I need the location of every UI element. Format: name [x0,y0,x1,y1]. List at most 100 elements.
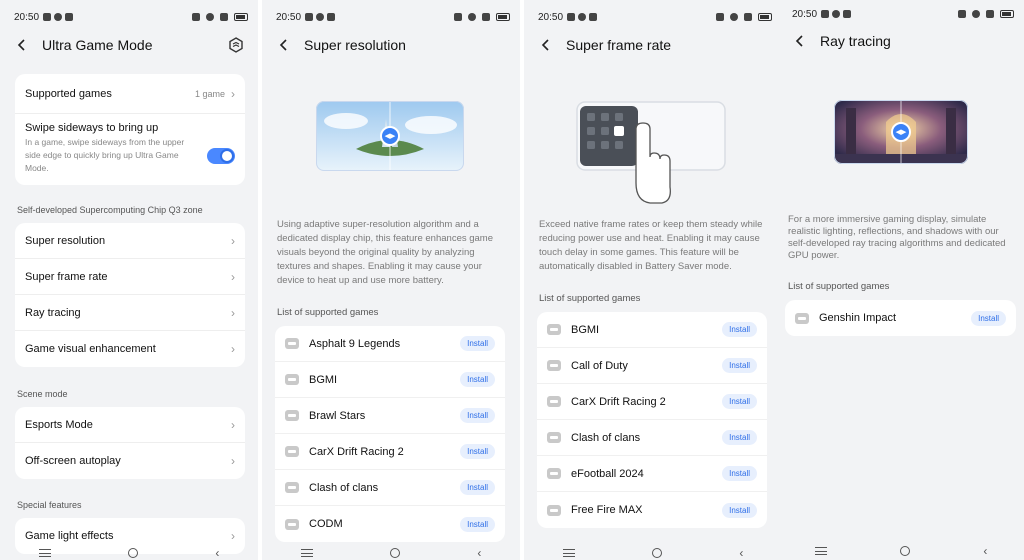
ray-tracing-screen: 20:50 Ray tracing ◀▶ For a more immersiv… [778,0,1024,560]
home-icon[interactable] [899,546,910,556]
menu-icon[interactable] [300,549,313,557]
row-label: Off-screen autoplay [25,455,121,467]
wifi-icon [744,13,752,21]
install-button[interactable]: Install [460,516,495,532]
install-button[interactable]: Install [460,480,495,495]
home-icon[interactable] [389,548,400,558]
gamepad-icon [285,374,299,385]
navigation-bar: ‹ [262,546,520,560]
notification-icon [567,13,576,21]
dnd-icon [730,13,738,21]
feature-description: Exceed native frame rates or keep them s… [539,219,763,272]
install-button[interactable]: Install [722,502,757,518]
page-title: Ultra Game Mode [42,37,153,53]
gamepad-icon [285,338,299,349]
install-button[interactable]: Install [460,336,495,351]
esports-mode-row[interactable]: Esports Mode › [15,407,245,443]
page-title: Super resolution [304,37,406,53]
games-list: Genshin Impact Install [785,300,1016,336]
swipe-title: Swipe sideways to bring up [25,122,159,134]
header: Super resolution [276,34,506,56]
menu-icon[interactable] [814,547,827,555]
swipe-toggle[interactable] [207,148,235,164]
list-item: CarX Drift Racing 2 Install [275,434,505,470]
status-time: 20:50 [14,11,40,23]
list-item: BGMI Install [537,312,767,348]
dnd-icon [468,13,476,21]
game-visual-enhancement-row[interactable]: Game visual enhancement › [15,331,245,367]
supported-games-heading: List of supported games [277,307,379,318]
install-button[interactable]: Install [722,430,757,445]
status-time: 20:50 [276,11,302,23]
back-icon[interactable] [538,37,554,53]
gamepad-icon [285,518,299,530]
chip-features-card: Super resolution › Super frame rate › Ray … [15,223,245,367]
install-button[interactable]: Install [971,310,1006,326]
install-button[interactable]: Install [722,394,757,409]
super-frame-rate-row[interactable]: Super frame rate › [15,259,245,295]
play-icon [65,13,74,21]
swipe-description: In a game, swipe sideways from the upper… [25,137,185,173]
game-name: Asphalt 9 Legends [309,337,401,350]
wifi-icon [986,10,994,18]
back-icon[interactable] [792,33,808,49]
gamepad-icon [547,396,561,407]
super-resolution-row[interactable]: Super resolution › [15,223,245,259]
header: Ultra Game Mode [14,34,244,56]
home-icon[interactable] [127,548,138,558]
install-button[interactable]: Install [722,322,757,337]
ray-tracing-row[interactable]: Ray tracing › [15,295,245,331]
wifi-icon [220,13,228,21]
gamepad-icon [547,324,561,335]
chevron-right-icon: › [231,454,235,468]
home-icon[interactable] [651,548,662,558]
install-button[interactable]: Install [460,444,495,459]
back-nav-icon[interactable]: ‹ [477,546,481,560]
supported-games-row[interactable]: Supported games 1 game › [15,74,245,114]
install-button[interactable]: Install [460,408,495,423]
row-label: Super frame rate [25,270,108,283]
list-item: CarX Drift Racing 2 Install [537,384,767,420]
back-nav-icon[interactable]: ‹ [983,544,987,558]
install-button[interactable]: Install [460,372,495,387]
menu-icon[interactable] [38,549,51,557]
battery-icon [1000,10,1014,18]
install-button[interactable]: Install [722,358,757,373]
game-name: BGMI [571,323,600,336]
game-name: Genshin Impact [819,312,897,324]
chevron-right-icon: › [231,233,235,248]
menu-icon[interactable] [562,549,575,557]
row-label: Esports Mode [25,418,93,431]
gamepad-icon [285,482,299,493]
game-name: Brawl Stars [309,409,366,422]
notification-icon [578,13,587,21]
battery-icon [496,13,510,21]
hexagon-settings-icon[interactable] [228,37,244,53]
back-icon[interactable] [276,37,292,53]
back-nav-icon[interactable]: ‹ [739,546,743,560]
super-frame-rate-illustration [576,101,728,205]
back-nav-icon[interactable]: ‹ [215,546,219,560]
gamepad-icon [547,504,561,516]
list-item: Free Fire MAX Install [537,492,767,528]
status-bar: 20:50 [538,9,772,25]
off-screen-autoplay-row[interactable]: Off-screen autoplay › [15,443,245,479]
nfc-icon [716,13,724,21]
section-chip-title: Self-developed Supercomputing Chip Q3 zo… [17,205,203,215]
game-name: eFootball 2024 [571,467,644,480]
game-name: CODM [309,518,343,530]
compare-slider-icon: ◀▶ [380,126,400,146]
row-label: Ray tracing [25,306,81,319]
general-card: Supported games 1 game › Swipe sideways … [15,74,245,185]
list-item: Genshin Impact Install [785,300,1016,336]
super-resolution-illustration: ◀▶ [316,101,464,171]
status-time: 20:50 [792,8,818,20]
status-time: 20:50 [538,11,564,23]
super-resolution-screen: 20:50 Super resolution ◀▶ Using adaptive… [262,0,520,560]
notification-icon [54,13,63,21]
back-icon[interactable] [14,37,30,53]
install-button[interactable]: Install [722,466,757,481]
notification-icon [305,13,314,21]
section-scene-title: Scene mode [17,389,68,399]
row-label: Super resolution [25,234,106,247]
